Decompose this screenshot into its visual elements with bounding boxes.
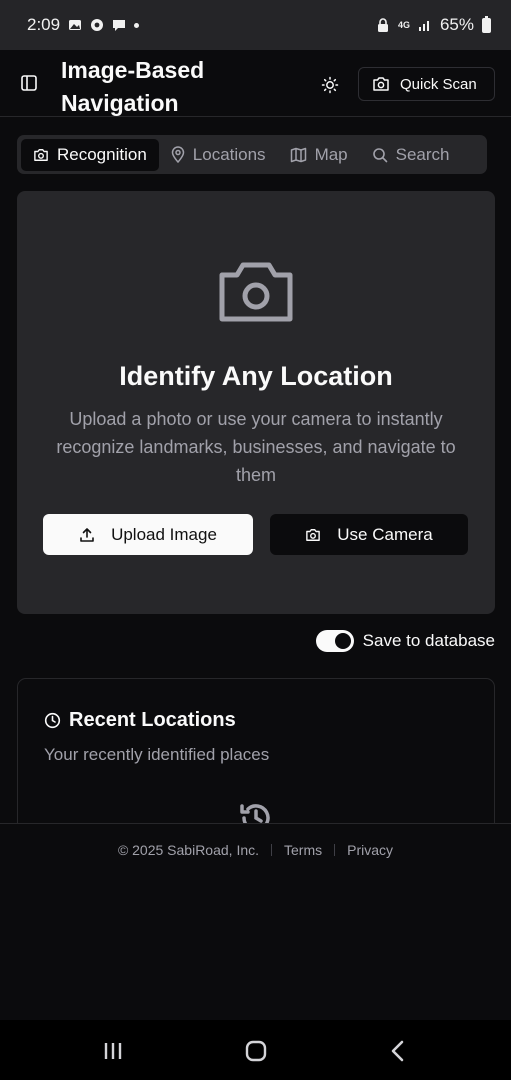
map-icon: [290, 147, 306, 162]
tab-bar: Recognition Locations Map Search: [17, 135, 487, 174]
status-left: 2:09: [27, 15, 140, 35]
recent-locations-card: Recent Locations Your recently identifie…: [17, 678, 495, 838]
footer-divider: [334, 844, 336, 856]
upload-card: Identify Any Location Upload a photo or …: [17, 191, 495, 614]
use-camera-label: Use Camera: [337, 524, 433, 544]
tab-label: Recognition: [57, 144, 147, 164]
tab-map[interactable]: Map: [278, 139, 360, 171]
tab-recognition[interactable]: Recognition: [21, 138, 159, 171]
upload-image-label: Upload Image: [111, 524, 217, 544]
recent-locations-subtitle: Your recently identified places: [44, 745, 270, 764]
camera-icon: [34, 148, 48, 161]
quick-scan-label: Quick Scan: [400, 75, 477, 93]
status-right: 4G 65%: [376, 15, 491, 35]
sun-icon: [321, 76, 339, 94]
quick-scan-button[interactable]: Quick Scan: [358, 67, 495, 101]
camera-icon: [373, 77, 389, 91]
privacy-link[interactable]: Privacy: [347, 842, 393, 858]
upload-image-button[interactable]: Upload Image: [43, 514, 253, 555]
tab-label: Map: [314, 144, 348, 164]
camera-icon: [306, 528, 321, 541]
battery-icon: [482, 15, 491, 33]
theme-toggle-button[interactable]: [318, 73, 342, 97]
terms-link[interactable]: Terms: [284, 842, 322, 858]
tab-locations[interactable]: Locations: [159, 139, 278, 171]
map-pin-icon: [171, 146, 185, 163]
status-bar: 2:09 4G 65%: [0, 0, 511, 50]
app-header: Image-Based Navigation Quick Scan: [0, 50, 511, 117]
home-icon[interactable]: [245, 1040, 267, 1062]
battery-percent: 65%: [439, 15, 474, 34]
tab-label: Locations: [192, 144, 266, 164]
gallery-icon: [68, 18, 82, 32]
use-camera-button[interactable]: Use Camera: [270, 514, 468, 555]
system-nav-bar: [0, 1020, 511, 1080]
lock-icon: [376, 18, 390, 32]
footer-divider: [271, 844, 273, 856]
upload-icon: [80, 527, 94, 542]
notification-dot-icon: [134, 22, 140, 28]
sidebar-toggle-icon[interactable]: [20, 74, 40, 94]
save-to-database-label: Save to database: [362, 631, 495, 650]
search-icon: [372, 147, 387, 162]
status-time: 2:09: [27, 15, 61, 34]
footer-row: © 2025 SabiRoad, Inc. Terms Privacy: [0, 842, 511, 858]
page-title: Image-Based Navigation: [61, 57, 205, 116]
tab-label: Search: [395, 144, 450, 164]
recent-locations-title: Recent Locations: [69, 709, 236, 731]
save-to-database-toggle[interactable]: [315, 630, 354, 652]
recent-locations-heading: Recent Locations: [44, 709, 236, 732]
footer: © 2025 SabiRoad, Inc. Terms Privacy: [0, 823, 511, 1020]
toggle-knob: [334, 633, 351, 649]
message-icon: [112, 18, 126, 32]
recent-apps-icon[interactable]: [103, 1041, 123, 1061]
hero-title: Identify Any Location: [119, 361, 393, 391]
signal-icon: [418, 18, 432, 32]
hero-description: Upload a photo or use your camera to ins…: [56, 409, 456, 485]
save-to-database-row: Save to database: [315, 630, 495, 652]
network-type: 4G: [397, 19, 410, 30]
chrome-icon: [90, 18, 104, 32]
clock-icon: [44, 712, 61, 729]
back-icon[interactable]: [390, 1040, 406, 1062]
copyright-text: © 2025 SabiRoad, Inc.: [117, 842, 260, 858]
camera-icon: [219, 262, 293, 322]
tab-search[interactable]: Search: [360, 139, 462, 171]
